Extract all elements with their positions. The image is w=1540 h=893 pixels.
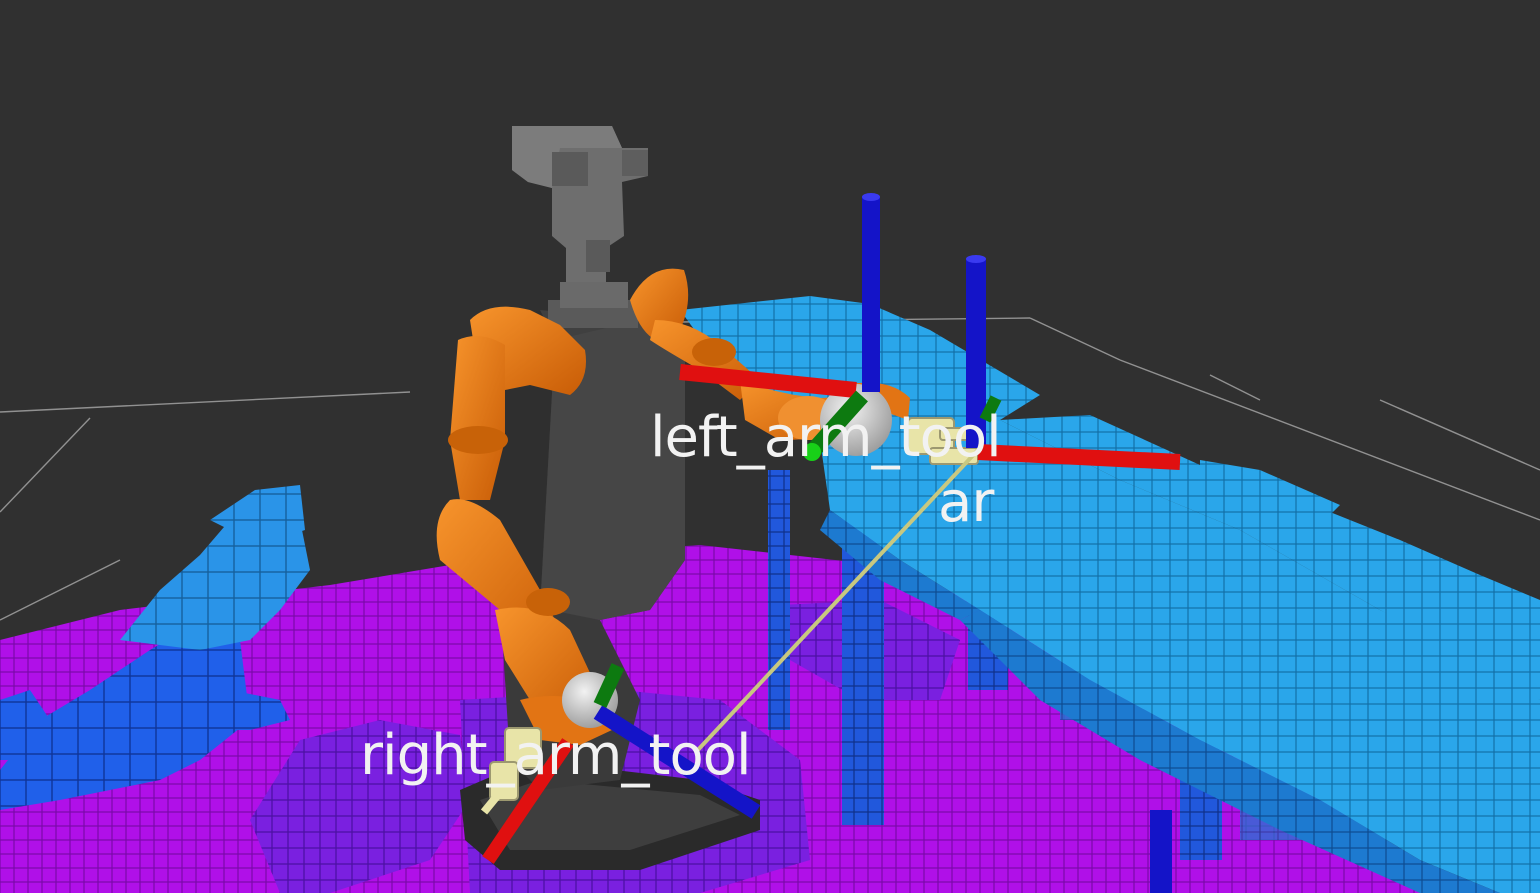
frame-label-left-arm-tool: left_arm_tool bbox=[650, 405, 1002, 470]
3d-viewport[interactable]: left_arm_tool ar right_arm_tool bbox=[0, 0, 1540, 893]
frame-label-right-arm-tool: right_arm_tool bbox=[360, 723, 752, 788]
frame-label-ar: ar bbox=[938, 470, 994, 535]
robot-head bbox=[512, 126, 648, 282]
bottom-axis bbox=[1150, 810, 1172, 893]
